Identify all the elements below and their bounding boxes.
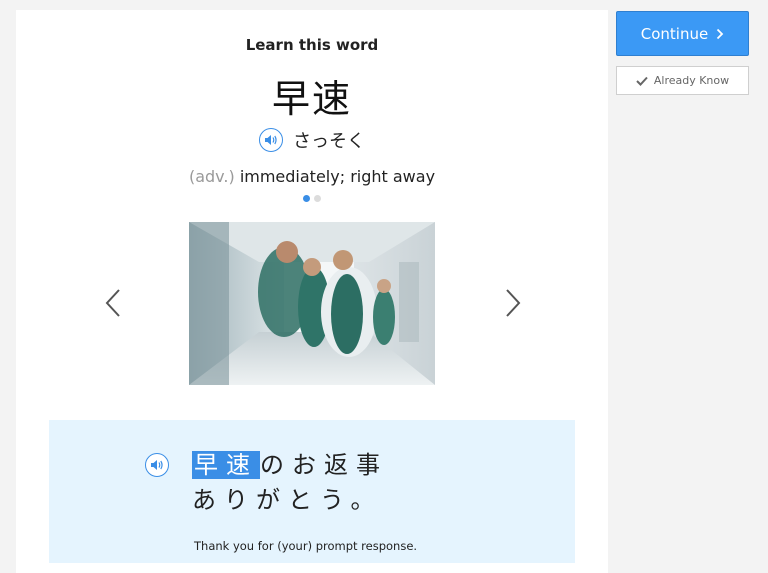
- word-audio-button[interactable]: [259, 128, 283, 152]
- pagination-dots: [16, 195, 608, 202]
- chevron-right-small-icon: [717, 28, 724, 39]
- pagination-dot-2[interactable]: [314, 195, 321, 202]
- sentence-line2: ありがとう。: [192, 486, 383, 514]
- speaker-icon: [151, 460, 163, 470]
- chevron-right-icon: [506, 289, 521, 317]
- pagination-dot-1[interactable]: [303, 195, 310, 202]
- highlighted-word: 早速: [192, 451, 260, 479]
- part-of-speech: (adv.): [188, 167, 235, 186]
- already-know-button[interactable]: Already Know: [616, 66, 749, 95]
- continue-button[interactable]: Continue: [616, 11, 749, 56]
- card-heading: Learn this word: [245, 36, 379, 54]
- checkmark-icon: [636, 76, 648, 86]
- word-kanji: 早速: [271, 77, 352, 121]
- sentence-line1-rest: のお返事: [260, 451, 388, 479]
- example-sentence-box: 早速のお返事 ありがとう。 Thank you for (your) promp…: [49, 420, 575, 563]
- reading-row: さっそく: [16, 125, 608, 155]
- previous-image-button[interactable]: [98, 288, 128, 318]
- continue-label: Continue: [640, 24, 709, 43]
- next-image-button[interactable]: [498, 288, 528, 318]
- already-know-label: Already Know: [653, 74, 730, 87]
- word-illustration-image: [189, 222, 435, 385]
- word-card: Learn this word 早速 さっそく (adv.) immediate…: [16, 10, 608, 573]
- chevron-left-icon: [105, 289, 120, 317]
- sentence-audio-button[interactable]: [145, 453, 169, 477]
- example-sentence-translation: Thank you for (your) prompt response.: [194, 539, 418, 553]
- example-sentence-japanese: 早速のお返事 ありがとう。: [192, 448, 482, 518]
- word-reading: さっそく: [293, 131, 365, 152]
- meaning-row: (adv.) immediately; right away: [16, 167, 608, 186]
- word-meaning: immediately; right away: [239, 167, 436, 186]
- speaker-icon: [265, 135, 277, 145]
